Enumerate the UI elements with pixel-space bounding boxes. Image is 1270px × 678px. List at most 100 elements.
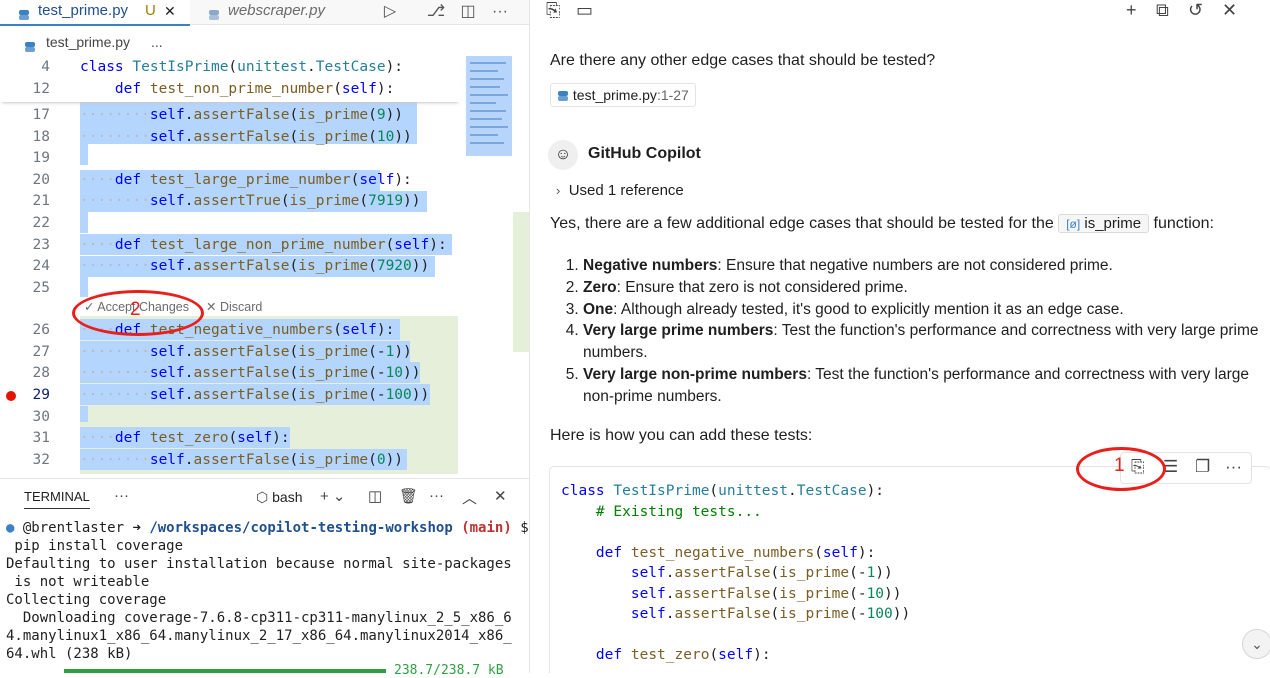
discard-button[interactable]: ✕ Discard [206,299,262,314]
python-file-icon [24,38,36,54]
code-line: def test_negative_numbers(self): [595,544,876,561]
code-line: 28 ········self.assertFalse(is_prime(-10… [32,365,421,381]
open-editor-icon[interactable]: ⧉ [1156,0,1169,21]
chevron-down-icon[interactable]: ⌄ [1242,629,1270,659]
code-line: 12 def test_non_prime_number(self): [32,81,395,97]
close-icon[interactable]: ✕ [164,0,176,22]
python-file-icon [18,4,30,26]
list-item: Negative numbers: Ensure that negative n… [583,255,1270,277]
download-progress-bar [64,669,386,673]
python-file-icon [208,4,220,26]
more-icon[interactable]: ··· [1225,457,1242,477]
terminal-line: 4.manylinux1_x86_64.manylinux_2_17_x86_6… [6,628,512,644]
close-icon[interactable]: ✕ [494,487,507,505]
reference-file: test_prime.py [572,87,657,103]
tab-terminal[interactable]: TERMINAL [24,489,90,509]
more-icon[interactable]: ··· [429,487,444,504]
close-icon[interactable]: ✕ [1222,0,1237,21]
history-icon[interactable]: ↺ [1188,0,1203,21]
terminal-output[interactable]: ● @brentlaster ➜ /workspaces/copilot-tes… [6,519,529,663]
code-line: 29 ········self.assertFalse(is_prime(-10… [32,387,430,403]
terminal-shell[interactable]: ⬡ bash [256,489,302,506]
run-icon[interactable]: ▷ [380,2,400,22]
reference-range: :1-27 [656,87,689,103]
annotation-number: 1 [1114,455,1125,476]
code-line: 17 ········self.assertFalse(is_prime(9)) [32,107,404,123]
copy-icon[interactable]: ❐ [1195,457,1210,477]
code-editor[interactable]: 17 ········self.assertFalse(is_prime(9))… [0,56,460,474]
source-control-icon[interactable]: ⎇ [426,2,446,22]
more-icon[interactable]: ··· [490,2,510,22]
breadcrumb-file[interactable]: test_prime.py [46,34,130,50]
chat-toolbar: ⎘ ▭ + ⧉ ↺ ✕ [530,0,1270,22]
breakpoint-icon[interactable] [6,391,16,401]
terminal-line: pip install coverage [6,538,184,554]
code-line: 30 [32,409,50,425]
tab-label: webscraper.py [228,2,325,19]
code-line: self.assertFalse(is_prime(-1)) [630,565,893,581]
code-line: 18 ········self.assertFalse(is_prime(10)… [32,129,412,145]
tab-status-badge: U [145,2,156,19]
code-line: 26 ····def test_negative_numbers(self): [32,322,395,338]
assistant-name: GitHub Copilot [588,145,701,162]
code-line: class TestIsPrime(unittest.TestCase): [561,483,885,499]
response-intro: Yes, there are a few additional edge cas… [550,214,1214,233]
reference-chip[interactable]: test_prime.py:1-27 [550,83,696,107]
python-file-icon [557,87,569,103]
code-line: 27 ········self.assertFalse(is_prime(-1)… [32,344,412,360]
download-progress-text: 238.7/238.7 kB [394,663,504,678]
code-line: def test_zero(self): [595,647,771,663]
code-line: # Existing tests... [561,503,762,520]
terminal-line: Defaulting to user installation because … [6,556,512,572]
chat-view-icon[interactable]: ▭ [576,0,593,21]
list-item: Very large prime numbers: Test the funct… [583,320,1270,364]
code-line: 20 ····def test_large_prime_number(self)… [32,172,412,188]
new-chat-icon[interactable]: + [1126,0,1137,21]
sticky-scroll-header[interactable]: 4 class TestIsPrime(unittest.TestCase): … [0,56,460,102]
list-item: Very large non-prime numbers: Test the f… [583,364,1270,408]
code-line: 32 ········self.assertFalse(is_prime(0)) [32,452,404,468]
tab-webscraper[interactable]: webscraper.py [190,0,358,24]
new-file-icon[interactable]: ⎘ [546,0,560,21]
symbol-chip[interactable]: [ø] is_prime [1058,214,1150,233]
code-line: 23 ····def test_large_non_prime_number(s… [32,237,447,253]
terminal-line: is not writeable [6,574,150,590]
maximize-icon[interactable]: ︿ [462,487,477,508]
code-line: 22 [32,215,50,231]
breadcrumb-more[interactable]: ... [151,34,163,50]
code-line: 4 class TestIsPrime(unittest.TestCase): [41,59,404,75]
code-line: 25 [32,280,50,296]
add-terminal-icon[interactable]: + ⌄ [320,487,346,505]
terminal-line: Downloading coverage-7.6.8-cp311-cp311-m… [6,610,512,626]
chevron-right-icon: › [556,183,561,198]
code-block[interactable]: class TestIsPrime(unittest.TestCase): # … [549,466,1270,673]
list-item: One: Although already tested, it's good … [583,299,1270,321]
split-editor-icon[interactable]: ◫ [458,2,478,22]
code-line: 31 ····def test_zero(self): [32,430,290,446]
chat-pane: ⎘ ▭ + ⧉ ↺ ✕ Are there any other edge cas… [530,0,1270,673]
howto-text: Here is how you can add these tests: [550,427,813,444]
trash-icon[interactable]: 🗑 [399,487,418,505]
tab-test-prime[interactable]: test_prime.py U ✕ [0,0,190,26]
annotation-number: 2 [130,299,141,320]
code-line: 21 ········self.assertTrue(is_prime(7919… [32,193,421,209]
list-item: Zero: Ensure that zero is not considered… [583,277,1270,299]
terminal-line: 64.whl (238 kB) [6,646,133,662]
terminal-panel: TERMINAL ··· ⬡ bash + ⌄ ◫ 🗑 ··· ︿ ✕ ● @b… [0,478,529,674]
tab-label: test_prime.py [38,2,129,19]
code-line: 24 ········self.assertFalse(is_prime(792… [32,258,430,274]
more-icon[interactable]: ··· [114,487,129,504]
scrollbar-diff-marker[interactable] [513,212,529,352]
copilot-avatar: ☺ [548,140,578,170]
used-references-toggle[interactable]: › Used 1 reference [556,182,684,199]
terminal-line: Collecting coverage [6,592,167,608]
editor-tab-bar: test_prime.py U ✕ webscraper.py ▷ ⎇ ◫ ··… [0,0,529,26]
code-line: 19 [32,150,50,166]
edge-case-list: Negative numbers: Ensure that negative n… [550,255,1270,408]
split-terminal-icon[interactable]: ◫ [368,487,382,505]
terminal-prompt: ● @brentlaster ➜ /workspaces/copilot-tes… [6,520,529,536]
code-line: self.assertFalse(is_prime(-100)) [630,606,911,622]
code-line: self.assertFalse(is_prime(-10)) [630,585,902,602]
